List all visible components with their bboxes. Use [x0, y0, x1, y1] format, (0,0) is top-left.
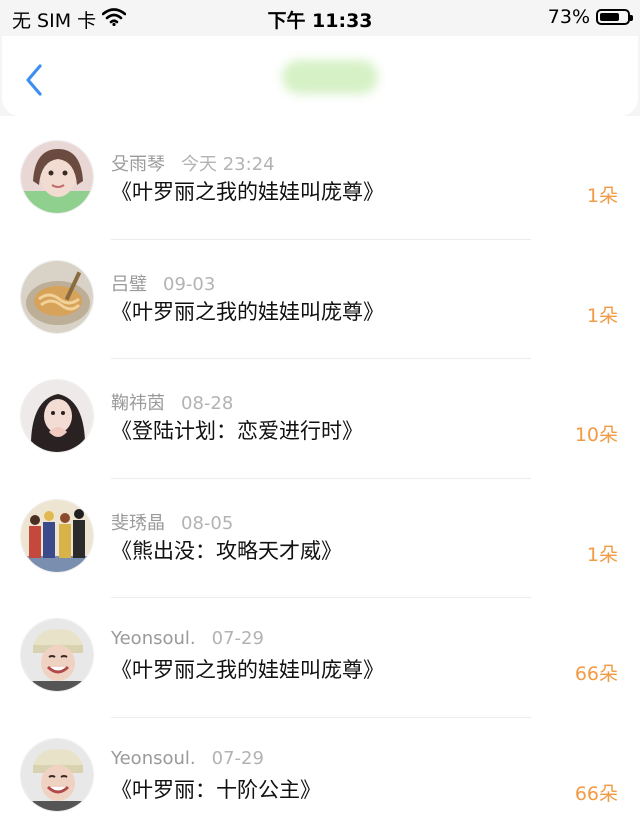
status-time: 下午 11:33 — [267, 10, 373, 32]
back-button[interactable] — [20, 60, 50, 100]
list-item[interactable]: 斐琇晶 08-05 《熊出没：攻略天才威》 1朵 — [0, 479, 640, 598]
chevron-left-icon — [26, 64, 42, 96]
gift-record-list: 殳雨琴 今天 23:24 《叶罗丽之我的娃娃叫庞尊》 1朵 吕璧 09-03 《叶罗… — [0, 120, 640, 837]
flower-count: 66朵 — [574, 782, 618, 805]
list-item[interactable]: Yeonsoul. 07-29 《叶罗丽：十阶公主》 66朵 — [0, 718, 640, 838]
status-right: 73% — [547, 6, 633, 28]
flower-count: 66朵 — [574, 663, 618, 685]
avatar[interactable] — [20, 737, 94, 812]
avatar[interactable] — [20, 618, 94, 692]
item-date: 08-05 — [181, 512, 234, 534]
user-name: 斐琇晶 — [111, 512, 165, 534]
list-item[interactable]: 殳雨琴 今天 23:24 《叶罗丽之我的娃娃叫庞尊》 1朵 — [0, 120, 640, 240]
avatar[interactable] — [20, 379, 94, 453]
user-name: 吕璧 — [111, 273, 147, 295]
book-title: 《登陆计划：恋爱进行时》 — [111, 419, 363, 443]
blurred-title — [282, 60, 378, 94]
book-title: 《叶罗丽之我的娃娃叫庞尊》 — [111, 299, 384, 324]
item-meta: 斐琇晶 08-05 — [111, 509, 233, 535]
flower-count: 1朵 — [586, 185, 618, 207]
battery-percent: 73% — [547, 6, 590, 28]
avatar[interactable] — [20, 140, 94, 214]
list-item[interactable]: 吕璧 09-03 《叶罗丽之我的娃娃叫庞尊》 1朵 — [0, 240, 640, 359]
status-bar: 无 SIM 卡 下午 11:33 73% — [0, 0, 640, 36]
item-meta: Yeonsoul. 07-29 — [111, 748, 264, 769]
item-date: 07-29 — [211, 628, 264, 649]
item-meta: 鞠祎茵 08-28 — [111, 389, 233, 415]
battery-fill — [600, 13, 619, 21]
user-name: Yeonsoul. — [111, 747, 196, 769]
list-item[interactable]: 鞠祎茵 08-28 《登陆计划：恋爱进行时》 10朵 — [0, 359, 640, 479]
flower-count: 1朵 — [586, 304, 618, 327]
item-date: 07-29 — [211, 747, 264, 769]
flower-count: 1朵 — [586, 543, 618, 566]
book-title: 《叶罗丽之我的娃娃叫庞尊》 — [111, 180, 384, 204]
item-date: 08-28 — [181, 393, 234, 414]
item-date: 09-03 — [163, 273, 216, 295]
item-meta: Yeonsoul. 07-29 — [111, 628, 264, 649]
battery-icon — [596, 9, 633, 25]
list-item[interactable]: Yeonsoul. 07-29 《叶罗丽之我的娃娃叫庞尊》 66朵 — [0, 598, 640, 718]
user-name: Yeonsoul. — [111, 628, 196, 649]
user-name: 鞠祎茵 — [111, 393, 165, 414]
book-title: 《熊出没：攻略天才威》 — [111, 538, 342, 563]
item-date: 今天 23:24 — [181, 154, 275, 175]
book-title: 《叶罗丽之我的娃娃叫庞尊》 — [111, 658, 384, 682]
avatar[interactable] — [20, 259, 94, 334]
avatar[interactable] — [20, 498, 94, 573]
flower-count: 10朵 — [574, 424, 618, 446]
book-title: 《叶罗丽：十阶公主》 — [111, 777, 321, 802]
user-name: 殳雨琴 — [111, 154, 165, 175]
item-meta: 殳雨琴 今天 23:24 — [111, 150, 275, 176]
battery-cap — [630, 15, 633, 21]
item-meta: 吕璧 09-03 — [111, 270, 215, 296]
